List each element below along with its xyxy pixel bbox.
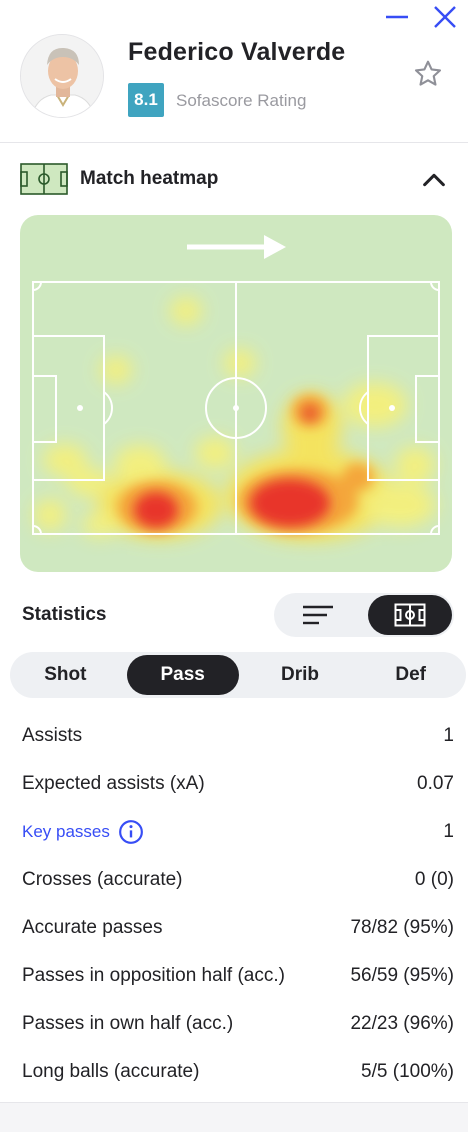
rating-badge: 8.1 — [128, 83, 164, 117]
tab-def[interactable]: Def — [355, 655, 466, 695]
stat-row-accurate-passes: Accurate passes 78/82 (95%) — [0, 904, 468, 952]
stat-row-key-passes[interactable]: Key passes 1 — [0, 808, 468, 856]
stat-value: 0.07 — [417, 773, 454, 794]
info-icon[interactable] — [118, 819, 144, 845]
heatmap-title: Match heatmap — [80, 168, 219, 189]
stat-row-assists: Assists 1 — [0, 712, 468, 760]
stat-label: Crosses (accurate) — [22, 869, 183, 890]
statistics-tabs: Shot Pass Drib Def — [10, 652, 466, 698]
rating-label: Sofascore Rating — [176, 91, 307, 110]
player-name: Federico Valverde — [128, 38, 346, 66]
minus-icon — [386, 15, 408, 19]
tab-pass[interactable]: Pass — [126, 655, 239, 695]
stat-label: Passes in opposition half (acc.) — [22, 965, 285, 986]
stat-row-opposition-half: Passes in opposition half (acc.) 56/59 (… — [0, 952, 468, 1000]
tab-drib[interactable]: Drib — [245, 655, 356, 695]
star-icon — [414, 60, 442, 86]
pitch-icon — [20, 163, 68, 195]
player-header: Federico Valverde 8.1 Sofascore Rating — [0, 34, 468, 142]
stat-label: Expected assists (xA) — [22, 773, 205, 794]
tab-shot[interactable]: Shot — [10, 655, 121, 695]
player-photo — [21, 35, 103, 117]
stat-row-own-half: Passes in own half (acc.) 22/23 (96%) — [0, 1000, 468, 1048]
statistics-header: Statistics — [0, 592, 468, 638]
stat-row-crosses: Crosses (accurate) 0 (0) — [0, 856, 468, 904]
heatmap-header[interactable]: Match heatmap — [0, 160, 468, 200]
stat-label: Assists — [22, 725, 83, 746]
bottom-bar — [0, 1102, 468, 1132]
list-icon — [303, 605, 333, 625]
stat-value: 0 (0) — [414, 869, 454, 890]
close-button[interactable] — [432, 4, 458, 30]
stat-label: Long balls (accurate) — [22, 1061, 200, 1082]
statistics-list: Assists 1 Expected assists (xA) 0.07 Key… — [0, 712, 468, 1096]
view-toggle — [274, 593, 454, 637]
close-icon — [434, 6, 456, 28]
stat-value: 1 — [443, 821, 454, 842]
favorite-button[interactable] — [412, 58, 444, 90]
stat-value: 1 — [443, 725, 454, 746]
pitch-view-button[interactable] — [368, 595, 452, 635]
list-view-button[interactable] — [276, 595, 360, 635]
stat-row-long-balls: Long balls (accurate) 5/5 (100%) — [0, 1048, 468, 1096]
stat-value: 78/82 (95%) — [350, 917, 454, 938]
player-avatar[interactable] — [20, 34, 104, 118]
statistics-title: Statistics — [22, 604, 107, 625]
collapse-heatmap-button[interactable] — [420, 166, 448, 194]
chevron-up-icon — [423, 173, 445, 187]
window-controls — [384, 4, 458, 30]
stat-value: 5/5 (100%) — [361, 1061, 454, 1082]
divider — [0, 142, 468, 143]
heatmap-pitch — [32, 235, 440, 541]
stat-label: Passes in own half (acc.) — [22, 1013, 234, 1034]
minimize-button[interactable] — [384, 4, 410, 30]
stat-row-expected-assists: Expected assists (xA) 0.07 — [0, 760, 468, 808]
key-passes-link[interactable]: Key passes — [22, 822, 110, 842]
stat-value: 56/59 (95%) — [350, 965, 454, 986]
pitch-icon — [394, 603, 426, 627]
stat-value: 22/23 (96%) — [350, 1013, 454, 1034]
stat-label: Accurate passes — [22, 917, 163, 938]
heatmap — [20, 215, 452, 572]
attack-direction-arrow — [187, 235, 286, 259]
